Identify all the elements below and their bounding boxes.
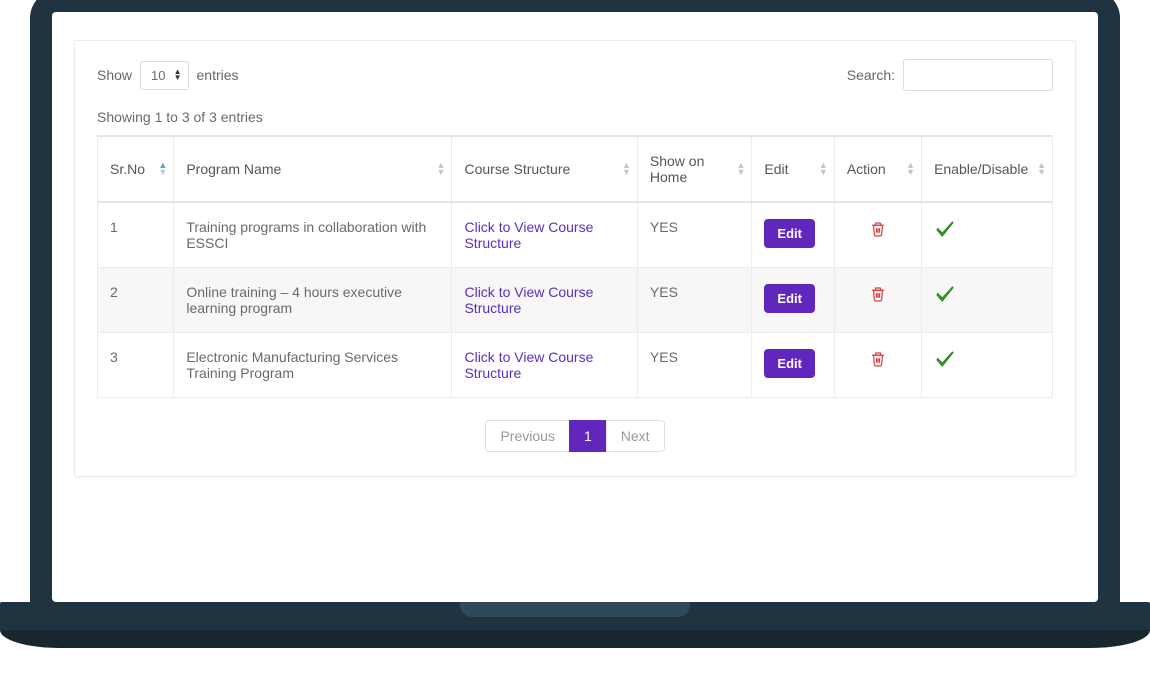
cell-edit: Edit <box>752 202 834 268</box>
delete-icon[interactable] <box>869 291 887 307</box>
search-control: Search: <box>847 59 1053 91</box>
sort-icon: ▲▼ <box>622 162 631 176</box>
table-row: 3 Electronic Manufacturing Services Trai… <box>98 333 1053 398</box>
laptop-mockup: Show 10 ▲▼ entries Search: <box>30 0 1120 602</box>
sort-icon: ▲▼ <box>736 162 745 176</box>
edit-button[interactable]: Edit <box>764 284 815 313</box>
column-header-action[interactable]: Action ▲▼ <box>834 136 921 202</box>
column-header-course-structure[interactable]: Course Structure ▲▼ <box>452 136 637 202</box>
cell-show-on-home: YES <box>637 333 752 398</box>
cell-program-name: Training programs in collaboration with … <box>174 202 452 268</box>
delete-icon[interactable] <box>869 226 887 242</box>
enabled-check-icon[interactable] <box>934 293 956 309</box>
view-course-structure-link[interactable]: Click to View Course Structure <box>464 349 593 381</box>
entries-info-text: Showing 1 to 3 of 3 entries <box>97 109 1053 125</box>
sort-icon: ▲▼ <box>819 162 828 176</box>
cell-action <box>834 333 921 398</box>
cell-action <box>834 268 921 333</box>
column-header-show-on-home[interactable]: Show on Home ▲▼ <box>637 136 752 202</box>
delete-icon[interactable] <box>869 356 887 372</box>
sort-icon: ▲▼ <box>906 162 915 176</box>
entries-suffix-label: entries <box>197 67 239 83</box>
datatable-card: Show 10 ▲▼ entries Search: <box>74 40 1076 477</box>
search-input[interactable] <box>903 59 1053 91</box>
cell-course-structure: Click to View Course Structure <box>452 333 637 398</box>
cell-course-structure: Click to View Course Structure <box>452 268 637 333</box>
entries-length-select[interactable]: 10 ▲▼ <box>140 61 188 90</box>
entries-length-control: Show 10 ▲▼ entries <box>97 61 239 90</box>
cell-edit: Edit <box>752 333 834 398</box>
cell-enable-disable <box>922 268 1053 333</box>
laptop-screen-bezel: Show 10 ▲▼ entries Search: <box>30 0 1120 602</box>
cell-srno: 2 <box>98 268 174 333</box>
edit-button[interactable]: Edit <box>764 219 815 248</box>
cell-enable-disable <box>922 333 1053 398</box>
table-row: 1 Training programs in collaboration wit… <box>98 202 1053 268</box>
cell-edit: Edit <box>752 268 834 333</box>
cell-srno: 1 <box>98 202 174 268</box>
column-header-edit[interactable]: Edit ▲▼ <box>752 136 834 202</box>
cell-srno: 3 <box>98 333 174 398</box>
column-header-enable-disable[interactable]: Enable/Disable ▲▼ <box>922 136 1053 202</box>
sort-icon: ▲▼ <box>1037 162 1046 176</box>
cell-action <box>834 202 921 268</box>
enabled-check-icon[interactable] <box>934 358 956 374</box>
datatable-top-controls: Show 10 ▲▼ entries Search: <box>97 59 1053 91</box>
screen-content: Show 10 ▲▼ entries Search: <box>52 12 1098 602</box>
cell-program-name: Electronic Manufacturing Services Traini… <box>174 333 452 398</box>
cell-show-on-home: YES <box>637 268 752 333</box>
sort-icon: ▲▼ <box>437 162 446 176</box>
programs-table: Sr.No ▲▼ Program Name ▲▼ Course Structur… <box>97 135 1053 398</box>
view-course-structure-link[interactable]: Click to View Course Structure <box>464 219 593 251</box>
select-arrows-icon: ▲▼ <box>174 69 182 81</box>
view-course-structure-link[interactable]: Click to View Course Structure <box>464 284 593 316</box>
search-label: Search: <box>847 67 895 83</box>
pagination: Previous 1 Next <box>97 420 1053 452</box>
entries-prefix-label: Show <box>97 67 132 83</box>
sort-icon: ▲▼ <box>158 162 167 176</box>
cell-program-name: Online training – 4 hours executive lear… <box>174 268 452 333</box>
enabled-check-icon[interactable] <box>934 228 956 244</box>
table-row: 2 Online training – 4 hours executive le… <box>98 268 1053 333</box>
pagination-previous-button[interactable]: Previous <box>485 420 569 452</box>
edit-button[interactable]: Edit <box>764 349 815 378</box>
pagination-page-1-button[interactable]: 1 <box>569 420 607 452</box>
cell-show-on-home: YES <box>637 202 752 268</box>
cell-enable-disable <box>922 202 1053 268</box>
cell-course-structure: Click to View Course Structure <box>452 202 637 268</box>
entries-length-value: 10 <box>151 68 165 83</box>
pagination-next-button[interactable]: Next <box>606 420 665 452</box>
column-header-srno[interactable]: Sr.No ▲▼ <box>98 136 174 202</box>
column-header-program-name[interactable]: Program Name ▲▼ <box>174 136 452 202</box>
